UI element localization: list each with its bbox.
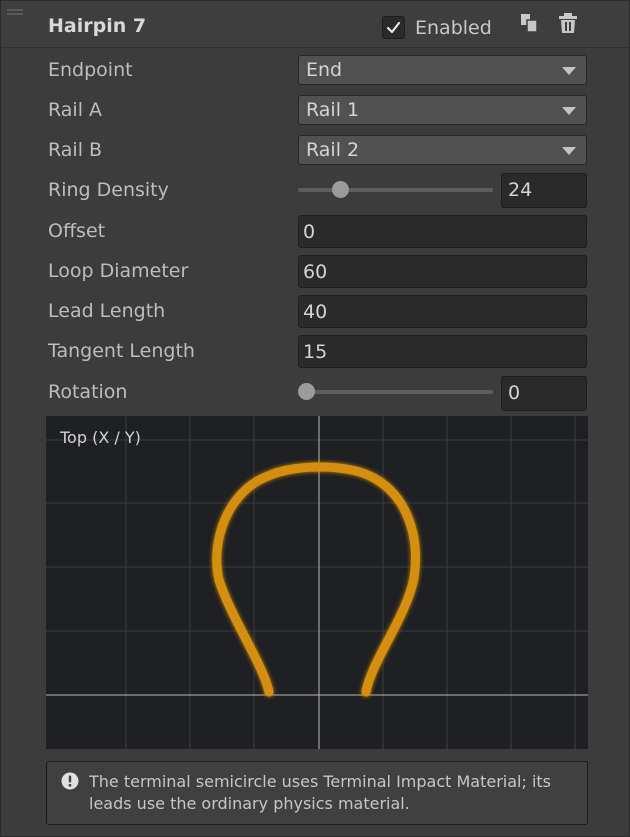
- top-view-preview[interactable]: Top (X / Y): [46, 416, 588, 749]
- offset-value: 0: [303, 221, 316, 243]
- component-header: Hairpin 7 Enabled: [1, 1, 629, 48]
- help-text: The terminal semicircle uses Terminal Im…: [89, 772, 552, 813]
- drag-handle-icon[interactable]: [7, 9, 23, 15]
- rail-a-dropdown[interactable]: Rail 1: [298, 95, 587, 125]
- ring-density-input[interactable]: 24: [501, 173, 587, 208]
- loop-diameter-value: 60: [303, 261, 328, 283]
- rail-a-value: Rail 1: [306, 99, 360, 121]
- rotation-slider-handle[interactable]: [298, 383, 315, 400]
- loop-diameter-input[interactable]: 60: [298, 255, 587, 288]
- exclamation-circle-icon: [61, 772, 79, 790]
- ring-density-slider-handle[interactable]: [332, 181, 349, 198]
- dropdown-arrow-icon: [562, 67, 576, 75]
- lead-length-input[interactable]: 40: [298, 295, 587, 328]
- component-title: Hairpin 7: [48, 15, 147, 37]
- rotation-value: 0: [508, 382, 521, 404]
- trash-icon[interactable]: [557, 12, 579, 34]
- offset-label: Offset: [48, 220, 106, 242]
- ring-density-slider[interactable]: [298, 181, 493, 198]
- copy-icon[interactable]: [518, 12, 540, 34]
- dropdown-arrow-icon: [562, 107, 576, 115]
- preview-canvas: [46, 416, 588, 749]
- rotation-label: Rotation: [48, 381, 128, 403]
- tangent-length-label: Tangent Length: [48, 340, 195, 362]
- offset-input[interactable]: 0: [298, 215, 587, 248]
- tangent-length-input[interactable]: 15: [298, 335, 587, 368]
- help-box: The terminal semicircle uses Terminal Im…: [46, 761, 588, 825]
- rail-b-value: Rail 2: [306, 139, 360, 161]
- rail-a-label: Rail A: [48, 99, 103, 121]
- preview-view-label: Top (X / Y): [60, 428, 141, 447]
- endpoint-dropdown[interactable]: End: [298, 55, 587, 85]
- checkmark-icon: [386, 21, 401, 34]
- rotation-input[interactable]: 0: [501, 376, 587, 411]
- dropdown-arrow-icon: [562, 147, 576, 155]
- loop-diameter-label: Loop Diameter: [48, 260, 189, 282]
- lead-length-label: Lead Length: [48, 300, 166, 322]
- lead-length-value: 40: [303, 301, 328, 323]
- endpoint-value: End: [306, 59, 343, 81]
- hairpin-curve: [212, 462, 420, 697]
- rail-b-label: Rail B: [48, 139, 103, 161]
- enabled-checkbox[interactable]: [382, 16, 405, 39]
- ring-density-label: Ring Density: [48, 179, 169, 201]
- rotation-slider[interactable]: [298, 383, 493, 400]
- ring-density-value: 24: [508, 179, 533, 201]
- enabled-label: Enabled: [415, 17, 492, 39]
- rail-b-dropdown[interactable]: Rail 2: [298, 135, 587, 165]
- hairpin-inspector-panel: Hairpin 7 Enabled Endpoint End Rail A Ra…: [0, 0, 630, 837]
- tangent-length-value: 15: [303, 341, 328, 363]
- endpoint-label: Endpoint: [48, 59, 133, 81]
